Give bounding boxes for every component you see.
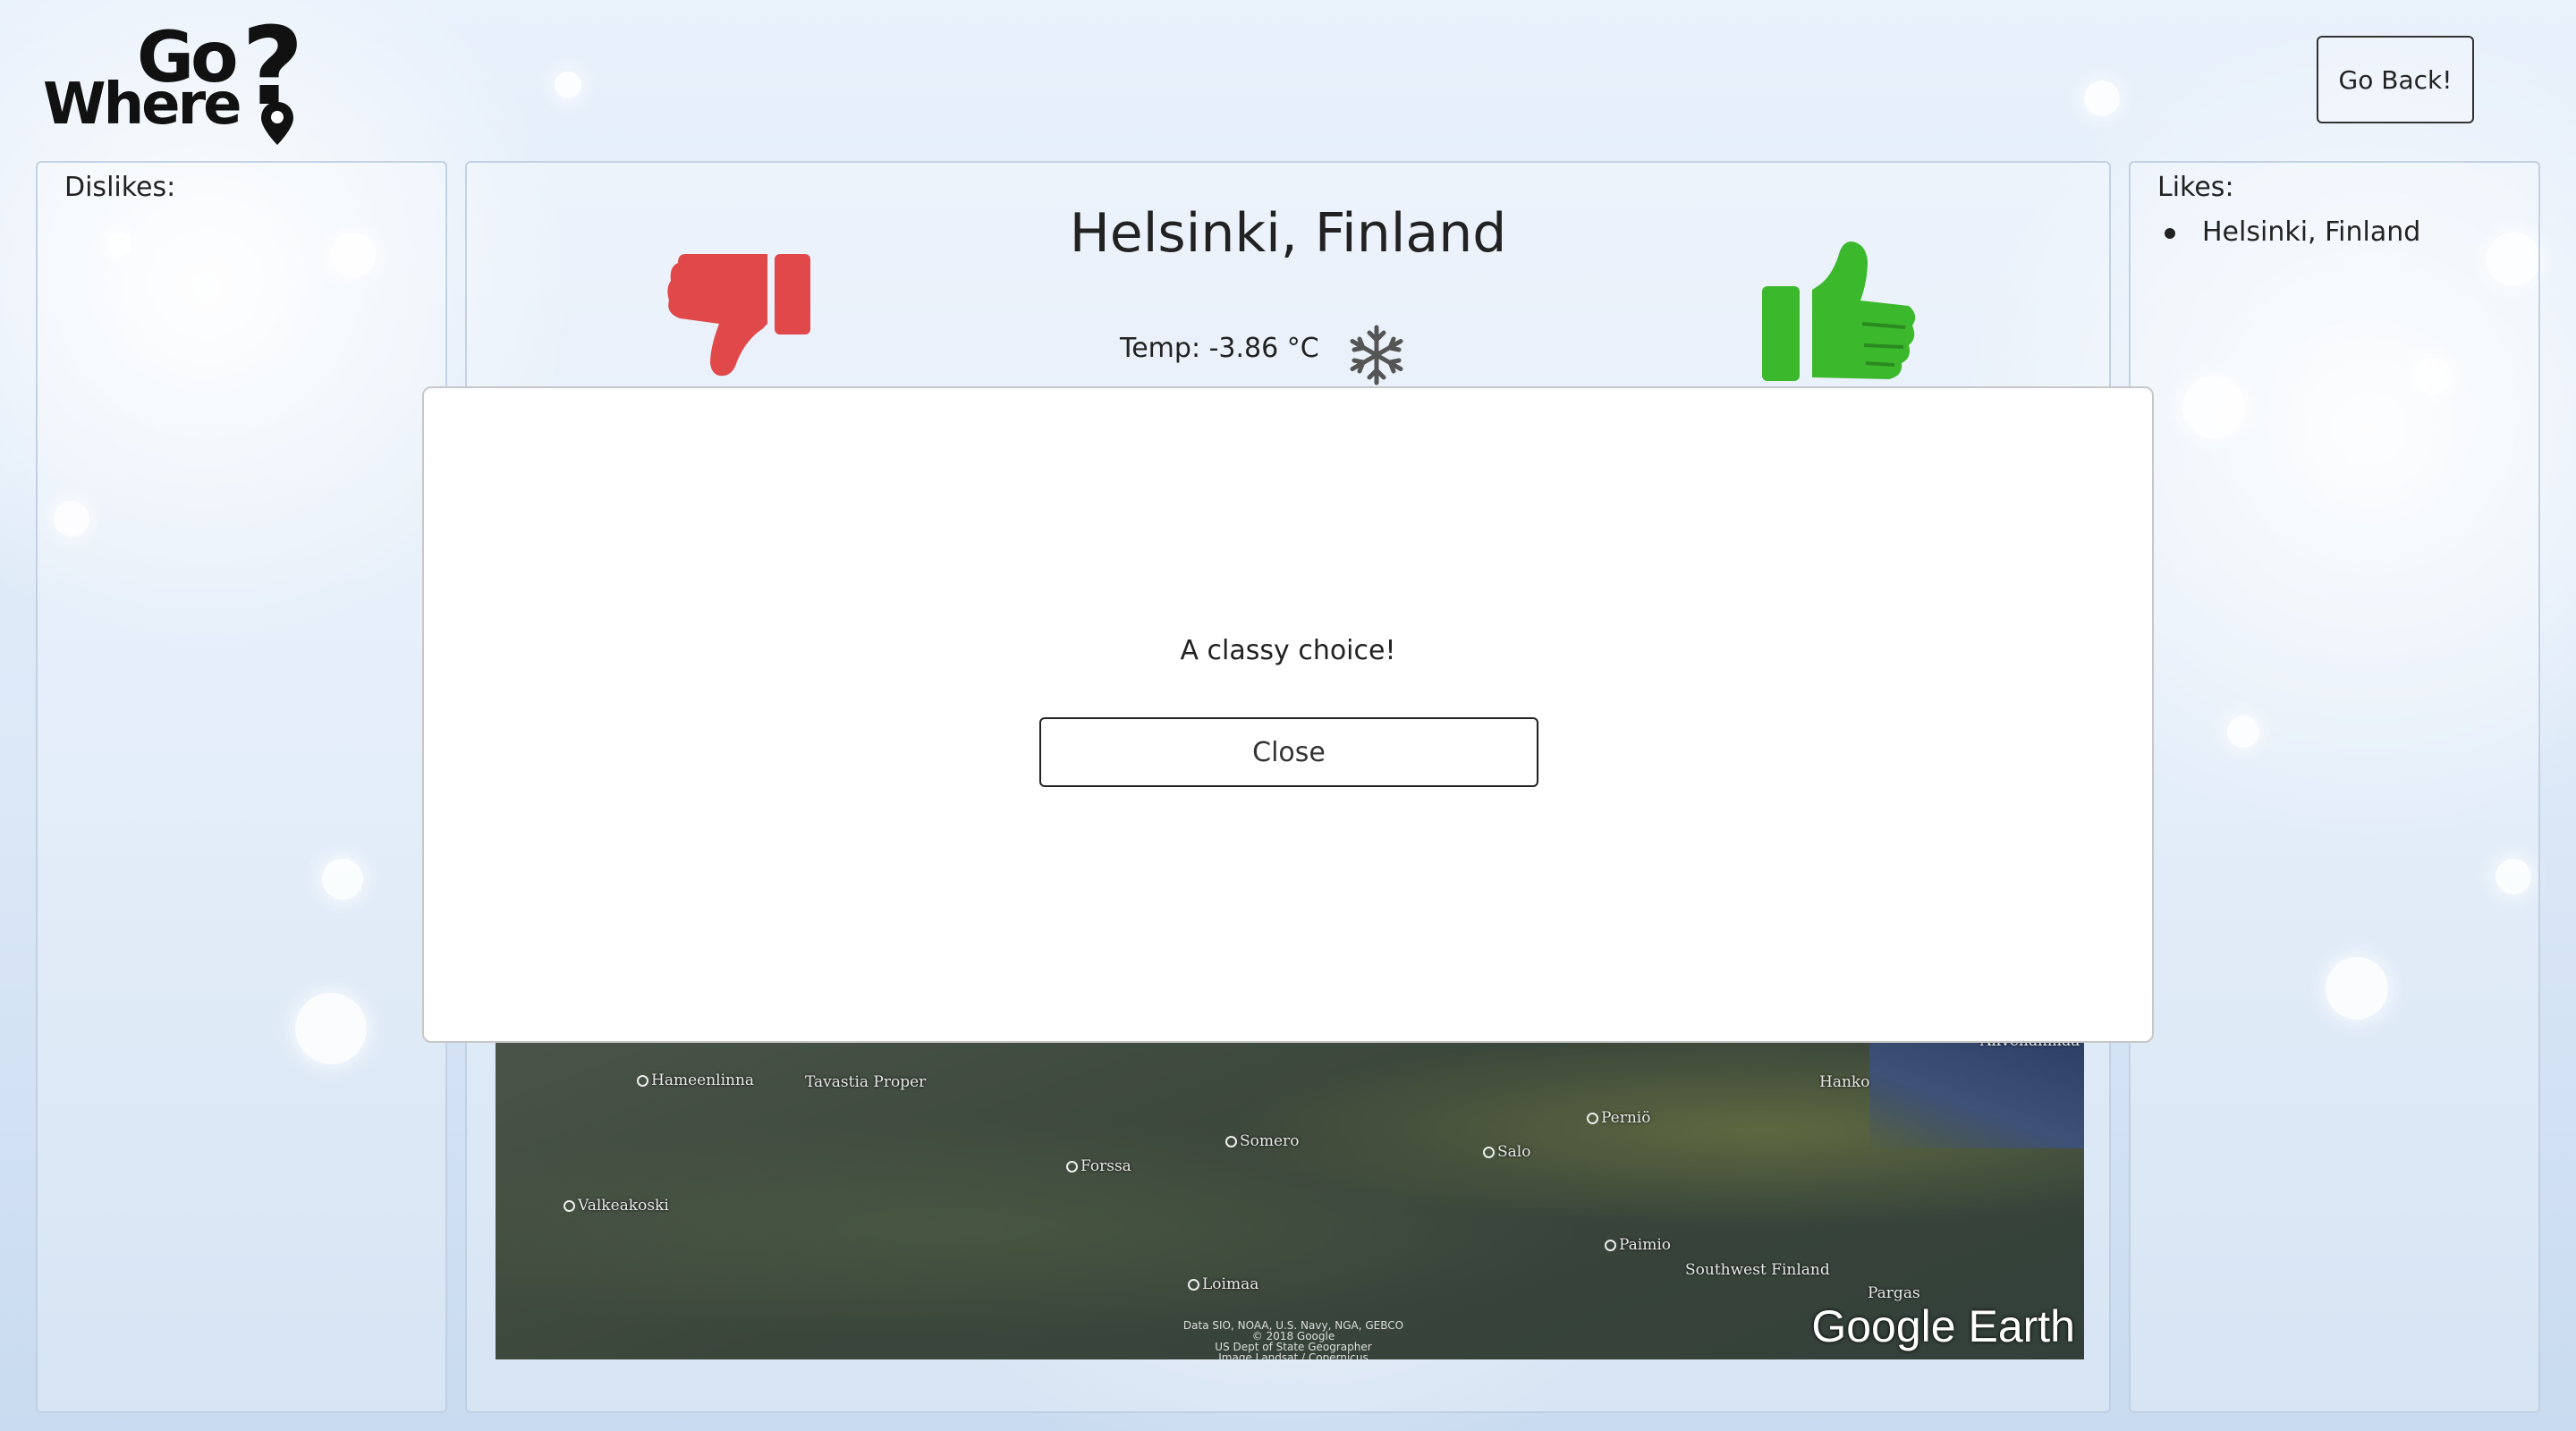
close-button[interactable]: Close: [1039, 717, 1538, 787]
map-label: Salo: [1482, 1143, 1531, 1161]
likes-label: Likes:: [2157, 172, 2234, 203]
go-back-button[interactable]: Go Back!: [2317, 36, 2474, 123]
map-label: Forssa: [1066, 1157, 1131, 1175]
snowflake-icon: [1350, 325, 1403, 385]
map-label: Tavastia Proper: [805, 1073, 927, 1091]
map-label: Pargas: [1868, 1284, 1920, 1302]
google-earth-logo: Google Earth: [1811, 1301, 2075, 1351]
destination-video[interactable]: Hameenlinna Tavastia Proper Valkeakoski …: [496, 1032, 2084, 1359]
dislikes-panel: Dislikes:: [36, 161, 447, 1413]
map-label: Hanko: [1819, 1073, 1870, 1091]
thumbs-down-icon[interactable]: [665, 236, 818, 379]
snowflake-decoration: [555, 72, 581, 98]
map-label: Perniö: [1586, 1109, 1651, 1127]
map-label: Paimio: [1604, 1236, 1672, 1254]
map-label: Valkeakoski: [564, 1197, 669, 1215]
likes-list-item: Helsinki, Finland: [2157, 213, 2420, 252]
thumbs-up-icon[interactable]: [1755, 234, 1916, 386]
likes-list: Helsinki, Finland: [2157, 213, 2420, 252]
gowhere-logo[interactable]: Go ? Where: [43, 5, 329, 145]
map-label: Somero: [1224, 1132, 1300, 1150]
feedback-modal: A classy choice! Close: [422, 386, 2154, 1043]
logo-where-text: Where: [43, 72, 242, 138]
map-label: Hameenlinna: [636, 1071, 755, 1089]
likes-panel: Likes: Helsinki, Finland: [2129, 161, 2540, 1413]
map-label: Southwest Finland: [1685, 1261, 1830, 1279]
map-label: Loimaa: [1187, 1275, 1259, 1293]
map-credit: Data SIO, NOAA, U.S. Navy, NGA, GEBCO © …: [1168, 1320, 1419, 1359]
snowflake-decoration: [2084, 80, 2120, 116]
modal-message: A classy choice!: [1180, 635, 1396, 666]
map-credit-line: Image Landsat / Copernicus: [1218, 1351, 1368, 1359]
temperature-text: Temp: -3.86 °C: [1120, 333, 1319, 364]
map-pin-icon: [261, 102, 293, 145]
dislikes-label: Dislikes:: [64, 172, 176, 203]
